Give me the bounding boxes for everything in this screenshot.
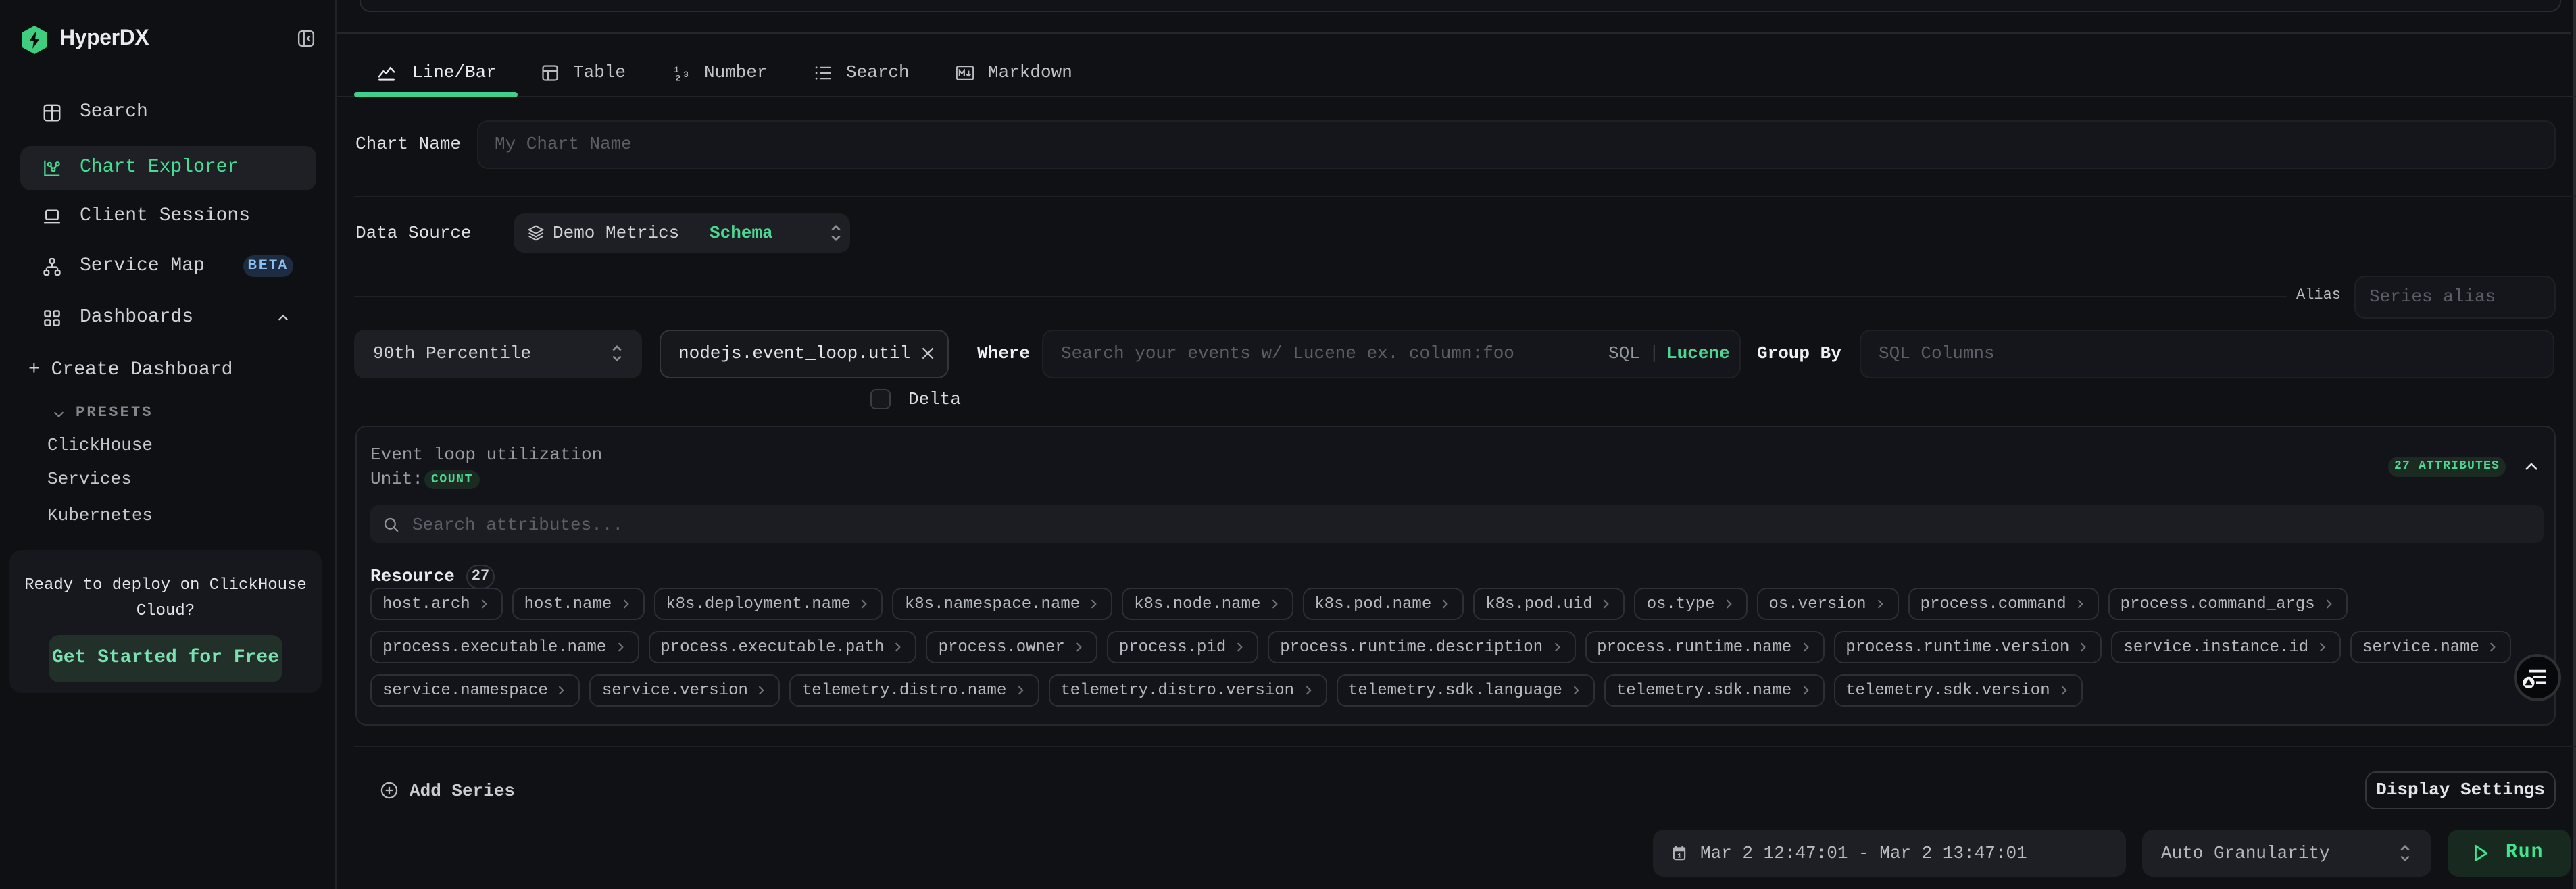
svg-text:1: 1 — [1677, 852, 1681, 860]
svg-text:3: 3 — [683, 70, 689, 80]
svg-text:2: 2 — [676, 74, 681, 82]
